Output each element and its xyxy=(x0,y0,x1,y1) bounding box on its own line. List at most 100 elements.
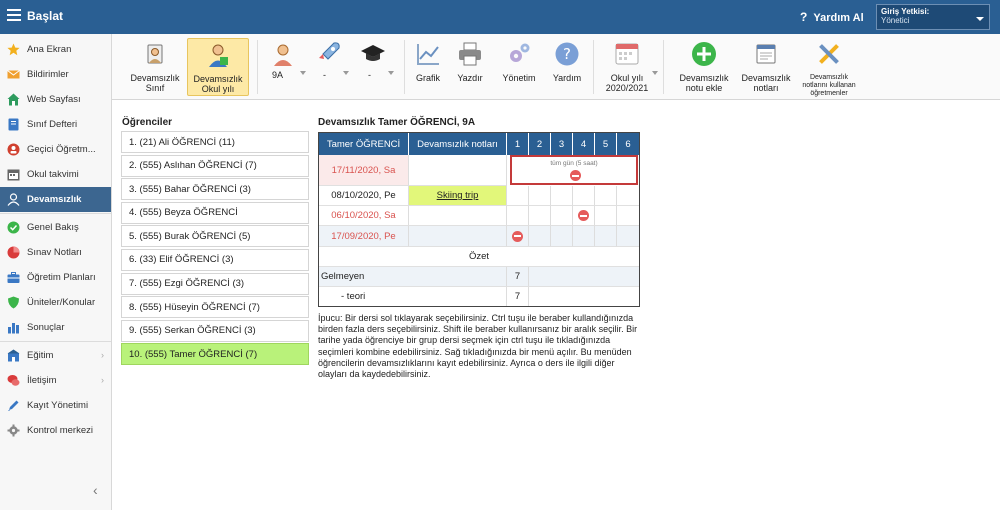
absent-minus-icon[interactable] xyxy=(570,170,581,181)
yonetim-button[interactable]: Yönetim xyxy=(499,38,539,96)
hamburger-menu-icon[interactable] xyxy=(7,9,21,23)
chevron-down-icon[interactable] xyxy=(652,71,658,75)
sidebar-item-label: Geçici Öğretm... xyxy=(27,144,96,155)
devamsizlik-sinif-button[interactable]: Devamsızlık Sınıf xyxy=(126,38,184,96)
header-period-2[interactable]: 2 xyxy=(529,133,551,155)
button-label: Yönetim xyxy=(502,73,536,83)
period-cell[interactable] xyxy=(507,206,529,226)
period-cell[interactable] xyxy=(507,226,529,247)
gears-icon xyxy=(510,43,530,62)
attendance-date[interactable]: 06/10/2020, Sa xyxy=(319,206,409,226)
student-row[interactable]: 3. (555) Bahar ÖĞRENCİ (3) xyxy=(121,178,309,201)
attendance-date[interactable]: 17/09/2020, Pe xyxy=(319,226,409,247)
period-cell[interactable] xyxy=(551,206,573,226)
button-label: Devamsızlık Okul yılı xyxy=(193,74,243,94)
role-select[interactable]: Giriş Yetkisi: Yönetici xyxy=(876,4,990,30)
attendance-date[interactable]: 08/10/2020, Pe xyxy=(319,186,409,206)
collapse-sidebar-icon[interactable]: ‹ xyxy=(93,482,98,498)
button-label: Yardım xyxy=(552,73,582,83)
period-cell[interactable] xyxy=(617,206,639,226)
header-period-3[interactable]: 3 xyxy=(551,133,573,155)
sidebar-item-devamsizlik[interactable]: Devamsızlık xyxy=(0,187,111,212)
period-cell[interactable] xyxy=(595,206,617,226)
period-cell[interactable] xyxy=(573,226,595,247)
app-title[interactable]: Başlat xyxy=(27,9,63,23)
calendar-icon xyxy=(7,169,20,181)
attendance-note-cell[interactable] xyxy=(409,206,507,226)
sidebar-item-kontrol-merkezi[interactable]: Kontrol merkezi xyxy=(0,418,111,443)
attendance-note-link[interactable]: Skiing trip xyxy=(437,190,479,201)
button-label: Devamsızlık notlarını kullanan öğretmenl… xyxy=(802,74,856,97)
sidebar-item-label: İletişim xyxy=(27,375,57,386)
period-cell[interactable] xyxy=(573,186,595,206)
header-period-6[interactable]: 6 xyxy=(617,133,639,155)
student-row[interactable]: 1. (21) Ali ÖĞRENCİ (11) xyxy=(121,131,309,153)
period-cell[interactable] xyxy=(595,226,617,247)
toolbar-divider xyxy=(593,40,594,94)
absent-minus-icon[interactable] xyxy=(512,230,523,242)
header-period-4[interactable]: 4 xyxy=(573,133,595,155)
sidebar-item-sinav-notlari[interactable]: Sınav Notları xyxy=(0,240,111,265)
sidebar-item-label: Sınav Notları xyxy=(27,247,82,258)
period-cell[interactable] xyxy=(551,186,573,206)
student-row[interactable]: 4. (555) Beyza ÖĞRENCİ xyxy=(121,201,309,224)
sidebar-item-web-sayfasi[interactable]: Web Sayfası xyxy=(0,87,111,112)
student-row[interactable]: 2. (555) Aslıhan ÖĞRENCİ (7) xyxy=(121,154,309,177)
absent-minus-icon[interactable] xyxy=(578,210,589,221)
sidebar-item-bildirimler[interactable]: Bildirimler xyxy=(0,62,111,87)
student-row[interactable]: 8. (555) Hüseyin ÖĞRENCİ (7) xyxy=(121,296,309,319)
attendance-teachers-button[interactable]: Devamsızlık notlarını kullanan öğretmenl… xyxy=(798,38,860,97)
header-period-1[interactable]: 1 xyxy=(507,133,529,155)
period-cell[interactable] xyxy=(617,226,639,247)
button-label: Devamsızlık notu ekle xyxy=(679,73,729,93)
student-row[interactable]: 5. (555) Burak ÖĞRENCİ (5) xyxy=(121,225,309,248)
sidebar-item-kayit-yonetimi[interactable]: Kayıt Yönetimi xyxy=(0,393,111,418)
period-cell[interactable] xyxy=(551,226,573,247)
sidebar-item-egitim[interactable]: Eğitim › xyxy=(0,343,111,368)
button-label: Devamsızlık Sınıf xyxy=(130,73,180,93)
class-select[interactable]: 9A xyxy=(272,70,306,80)
sidebar-item-okul-takvimi[interactable]: Okul takvimi xyxy=(0,162,111,187)
student-row[interactable]: 9. (555) Serkan ÖĞRENCİ (3) xyxy=(121,319,309,342)
sidebar-item-sinif-defteri[interactable]: Sınıf Defteri xyxy=(0,112,111,137)
grafik-button[interactable]: Grafik xyxy=(410,38,446,96)
notebook-icon xyxy=(8,118,19,131)
help-button[interactable]: ? Yardım Al xyxy=(800,10,864,24)
period-cell[interactable] xyxy=(507,186,529,206)
attendance-note-cell[interactable] xyxy=(409,226,507,247)
attendance-note-cell[interactable]: Skiing trip xyxy=(409,186,507,206)
sidebar-item-sonuclar[interactable]: Sonuçlar xyxy=(0,315,111,340)
attendance-notes-button[interactable]: Devamsızlık notları xyxy=(736,38,796,96)
add-attendance-note-button[interactable]: Devamsızlık notu ekle xyxy=(672,38,736,96)
school-year-button[interactable]: Okul yılı 2020/2021 xyxy=(602,38,652,96)
hint-text: İpucu: Bir dersi sol tıklayarak seçebili… xyxy=(318,313,638,380)
sidebar-item-genel-bakis[interactable]: Genel Bakış xyxy=(0,215,111,240)
role-value: Yönetici xyxy=(881,16,910,25)
period-cell[interactable] xyxy=(617,186,639,206)
student-row-selected[interactable]: 10. (555) Tamer ÖĞRENCİ (7) xyxy=(121,343,309,366)
header-period-5[interactable]: 5 xyxy=(595,133,617,155)
sidebar-item-gecici-ogretmen[interactable]: Geçici Öğretm... xyxy=(0,137,111,162)
help-label: Yardım Al xyxy=(813,12,864,24)
sidebar-item-ogretim-planlari[interactable]: Öğretim Planları xyxy=(0,265,111,290)
envelope-icon xyxy=(7,70,20,79)
student-row[interactable]: 6. (33) Elif ÖĞRENCİ (3) xyxy=(121,248,309,271)
attendance-note-cell[interactable] xyxy=(409,155,507,186)
sidebar-item-iletisim[interactable]: İletişim › xyxy=(0,368,111,393)
chevron-right-icon: › xyxy=(101,350,104,360)
attendance-date[interactable]: 17/11/2020, Sa xyxy=(319,155,409,186)
period-cell[interactable] xyxy=(529,186,551,206)
sidebar-item-ana-ekran[interactable]: Ana Ekran xyxy=(0,37,111,62)
yazdir-button[interactable]: Yazdır xyxy=(452,38,488,96)
full-day-absence-cell[interactable]: tüm gün (5 saat) xyxy=(510,155,638,185)
devamsizlik-okul-yili-button[interactable]: Devamsızlık Okul yılı xyxy=(187,38,249,96)
yardim-button[interactable]: ? Yardım xyxy=(549,38,585,96)
period-cell[interactable] xyxy=(529,206,551,226)
select-2[interactable]: - xyxy=(323,70,349,80)
sidebar-item-uniteler-konular[interactable]: Üniteler/Konular xyxy=(0,290,111,315)
period-cell[interactable] xyxy=(573,206,595,226)
select-3[interactable]: - xyxy=(368,70,394,80)
student-row[interactable]: 7. (555) Ezgi ÖĞRENCİ (3) xyxy=(121,272,309,295)
period-cell[interactable] xyxy=(595,186,617,206)
period-cell[interactable] xyxy=(529,226,551,247)
